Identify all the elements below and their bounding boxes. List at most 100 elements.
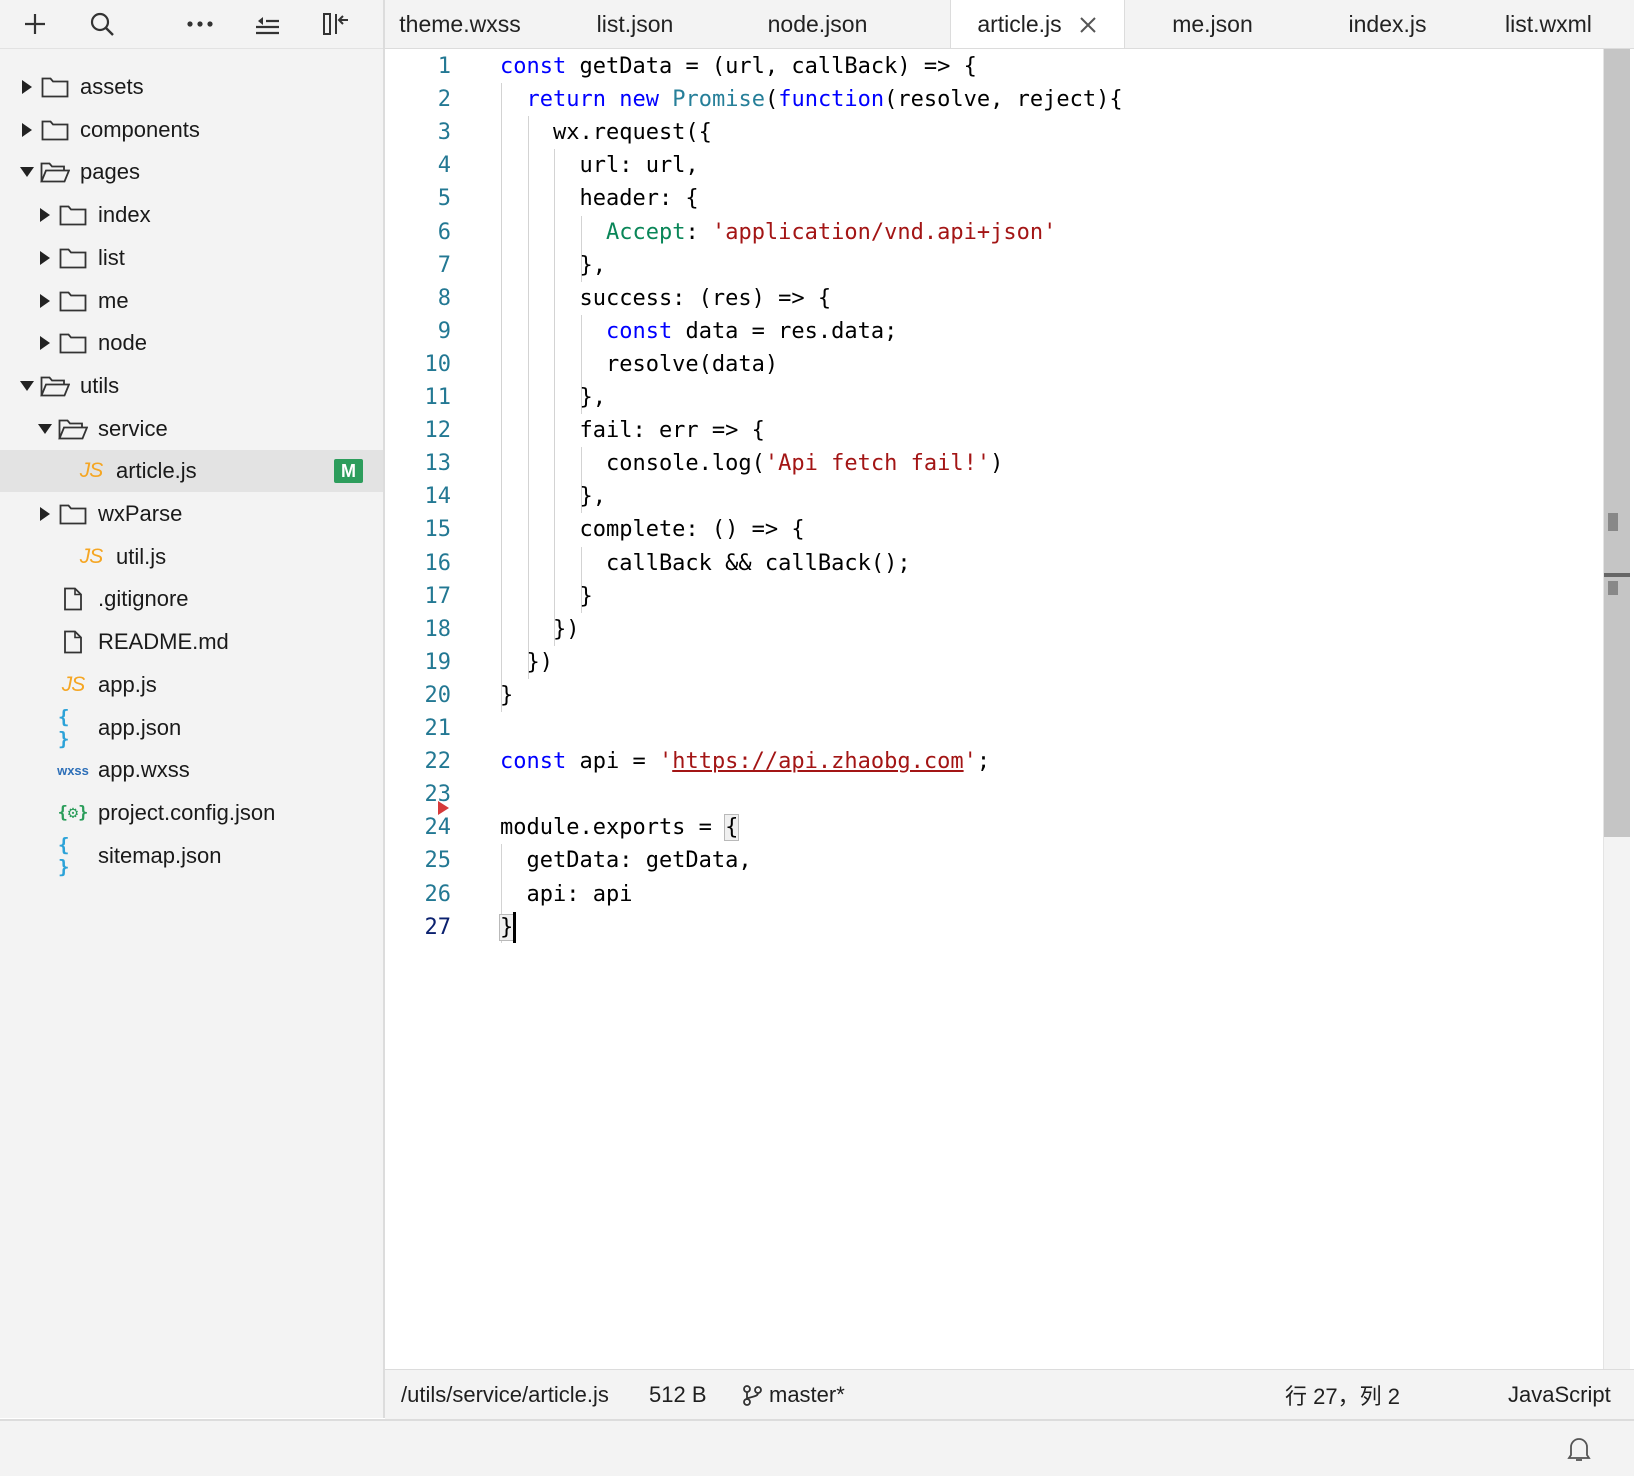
code-line[interactable]: } (500, 580, 592, 613)
tree-folder[interactable]: wxParse (0, 493, 383, 535)
code-token: new (619, 87, 659, 112)
bottom-panel-bar (0, 1419, 1634, 1476)
editor-tab[interactable]: index.js (1300, 0, 1475, 48)
editor-tab[interactable]: article.js (950, 0, 1125, 48)
code-line[interactable]: }, (500, 480, 606, 513)
code-token: resolve(data) (500, 352, 779, 377)
tree-file[interactable]: wxss app.wxss (0, 749, 383, 791)
code-line[interactable]: Accept: 'application/vnd.api+json' (500, 216, 1056, 249)
code-line[interactable]: return new Promise(function(resolve, rej… (500, 83, 1123, 116)
tree-item-label: me (98, 288, 129, 313)
chevron-down-icon[interactable] (38, 422, 52, 436)
collapse-all-icon[interactable] (250, 6, 286, 42)
editor-tab[interactable]: list.json (545, 0, 725, 48)
code-line[interactable]: getData: getData, (500, 844, 752, 877)
hide-sidebar-icon[interactable] (318, 6, 354, 42)
code-line[interactable]: }, (500, 381, 606, 414)
tree-file[interactable]: { } sitemap.json (0, 834, 383, 878)
chevron-right-icon[interactable] (20, 80, 34, 94)
more-icon[interactable] (182, 6, 218, 42)
tree-folder[interactable]: assets (0, 66, 383, 108)
chevron-right-icon[interactable] (38, 208, 52, 222)
tree-folder[interactable]: utils (0, 365, 383, 407)
editor-scrollbar[interactable] (1603, 49, 1630, 1369)
file-path[interactable]: /utils/service/article.js (401, 1370, 609, 1420)
editor-tab[interactable]: me.json (1125, 0, 1300, 48)
editor-tab[interactable]: list.wxml (1475, 0, 1634, 48)
language-mode[interactable]: JavaScript (1508, 1370, 1611, 1420)
code-line[interactable]: url: url, (500, 149, 698, 182)
chevron-right-icon[interactable] (38, 251, 52, 265)
tree-item-label: README.md (98, 629, 229, 654)
chevron-down-icon[interactable] (20, 165, 34, 179)
code-line[interactable]: header: { (500, 182, 698, 215)
editor-tab-bar: theme.wxss list.json node.json article.js me… (385, 0, 1634, 49)
editor-tab[interactable]: theme.wxss (385, 0, 535, 48)
tree-folder[interactable]: service (0, 408, 383, 450)
tab-label: article.js (977, 11, 1062, 37)
tree-folder[interactable]: list (0, 237, 383, 279)
code-line[interactable]: success: (res) => { (500, 282, 831, 315)
code-line[interactable]: console.log('Api fetch fail!') (500, 447, 1003, 480)
plus-icon[interactable] (17, 6, 53, 42)
code-token: getData: getData, (500, 848, 752, 873)
code-line[interactable]: const getData = (url, callBack) => { (500, 50, 977, 83)
cursor-position[interactable]: 行 27，列 2 (1285, 1370, 1400, 1420)
tree-file[interactable]: JS app.js (0, 664, 383, 706)
code-token: } (498, 914, 515, 941)
code-line[interactable]: callBack && callBack(); (500, 547, 911, 580)
chevron-right-icon[interactable] (38, 507, 52, 521)
git-branch[interactable]: master* (741, 1370, 845, 1420)
tree-folder[interactable]: me (0, 280, 383, 322)
tree-file[interactable]: JS util.js (0, 536, 383, 578)
tree-item-label: app.js (98, 672, 157, 697)
editor-tab[interactable]: node.json (725, 0, 910, 48)
code-token: https://api.zhaobg.com (672, 749, 964, 774)
tree-file[interactable]: { } app.json (0, 706, 383, 750)
tree-folder[interactable]: components (0, 109, 383, 151)
chevron-right-icon[interactable] (38, 336, 52, 350)
tree-folder[interactable]: pages (0, 151, 383, 193)
code-line[interactable]: }, (500, 249, 606, 282)
tree-file[interactable]: JS article.js M (0, 450, 383, 492)
code-line[interactable]: const data = res.data; (500, 315, 897, 348)
code-line[interactable]: api: api (500, 878, 632, 911)
chevron-right-icon[interactable] (38, 294, 52, 308)
code-line[interactable]: } (500, 679, 513, 712)
tree-folder[interactable]: index (0, 194, 383, 236)
tree-file[interactable]: README.md (0, 621, 383, 663)
tree-file[interactable]: .gitignore (0, 578, 383, 620)
code-token: const (500, 749, 567, 774)
code-line[interactable]: } (498, 911, 515, 944)
search-icon[interactable] (84, 6, 120, 42)
code-line[interactable]: fail: err => { (500, 414, 765, 447)
code-token: function (778, 87, 885, 112)
git-modified-badge: M (334, 459, 363, 483)
close-icon[interactable] (1078, 15, 1098, 35)
chevron-down-icon[interactable] (20, 379, 34, 393)
code-token: fail: err => { (500, 418, 765, 443)
code-line[interactable]: const api = 'https://api.zhaobg.com'; (500, 745, 990, 778)
line-number: 10 (424, 352, 452, 377)
code-line[interactable]: }) (500, 613, 580, 646)
breakpoint-marker-icon[interactable] (438, 801, 449, 815)
tree-item-label: app.json (98, 715, 182, 740)
tree-folder[interactable]: node (0, 322, 383, 364)
tree-item-label: pages (80, 159, 140, 184)
code-editor[interactable]: 1 2 3 4 5 6 7 8 9 10 11 12 13 14 15 16 17 18 19 20 21 22 23 24 2… (385, 49, 1603, 1369)
scrollbar-thumb[interactable] (1604, 49, 1630, 837)
line-number: 18 (424, 617, 452, 642)
code-line[interactable]: resolve(data) (500, 348, 778, 381)
code-line[interactable]: complete: () => { (500, 513, 804, 546)
code-token: { (724, 814, 740, 841)
code-line[interactable]: }) (500, 646, 553, 679)
code-line[interactable]: module.exports = { (500, 811, 740, 844)
code-line[interactable]: wx.request({ (500, 116, 712, 149)
tree-file[interactable]: {⚙} project.config.json (0, 792, 383, 834)
line-number: 24 (424, 815, 452, 840)
bell-icon[interactable] (1566, 1435, 1592, 1463)
chevron-right-icon[interactable] (20, 123, 34, 137)
line-number: 4 (437, 153, 451, 178)
